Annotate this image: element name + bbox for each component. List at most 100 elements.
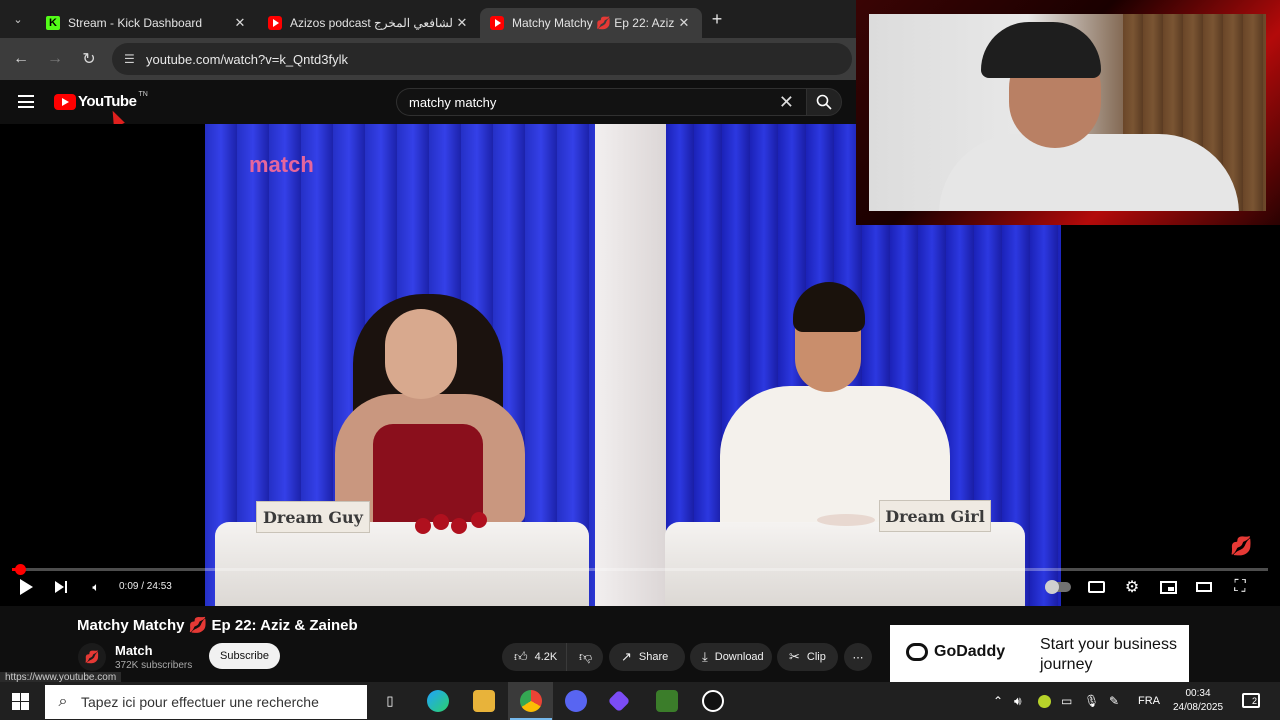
next-icon — [55, 581, 64, 593]
thumbs-down-icon: 👎︎ — [579, 649, 593, 664]
godaddy-logo: GoDaddy — [906, 643, 1005, 661]
like-button[interactable]: 👍︎ 4.2K — [502, 643, 566, 671]
download-button[interactable]: ⤓ Download — [690, 643, 772, 671]
taskbar-search-placeholder: Tapez ici pour effectuer une recherche — [81, 694, 319, 710]
clip-label: Clip — [806, 651, 826, 663]
thumbs-up-icon: 👍︎ — [514, 649, 528, 664]
new-tab-button[interactable]: + — [702, 9, 732, 30]
language-indicator[interactable]: FRA — [1138, 682, 1160, 720]
tab-matchy-matchy[interactable]: Matchy Matchy 💋 Ep 22: Aziz ✕ — [480, 8, 702, 38]
theater-mode-button[interactable] — [1195, 578, 1213, 596]
theater-icon — [1196, 582, 1212, 592]
chrome-icon[interactable] — [510, 690, 552, 720]
taskbar-search-input[interactable]: ⌕ Tapez ici pour effectuer une recherche — [45, 685, 367, 719]
download-icon: ⤓ — [702, 649, 708, 664]
nameplate-dream-guy: Dream Guy — [256, 501, 370, 533]
share-icon: ↗ — [621, 649, 632, 664]
fullscreen-button[interactable]: ⛶ — [1231, 578, 1249, 596]
close-icon[interactable]: ✕ — [454, 15, 470, 31]
channel-avatar[interactable]: 💋 — [78, 643, 106, 671]
youtube-logo[interactable]: YouTube TN — [54, 91, 148, 110]
tab-kick-dashboard[interactable]: K Stream - Kick Dashboard ✕ — [36, 8, 258, 38]
app-diamond-icon[interactable] — [607, 689, 631, 713]
show-hidden-icons-button[interactable]: ⌃ — [993, 682, 1003, 720]
youtube-icon — [490, 16, 504, 30]
volume-tray[interactable]: 🔊︎ — [1014, 682, 1022, 720]
reload-button[interactable]: ↻ — [72, 49, 106, 69]
tab-search-button[interactable]: ⌄ — [0, 0, 36, 38]
subtitles-button[interactable] — [1087, 578, 1105, 596]
address-bar[interactable]: ☰ youtube.com/watch?v=k_Qntd3fylk — [112, 43, 852, 75]
tab-title: Matchy Matchy 💋 Ep 22: Aziz — [512, 16, 675, 30]
clock-time: 00:34 — [1185, 688, 1211, 699]
menu-icon[interactable] — [18, 95, 34, 108]
share-button[interactable]: ↗ Share — [609, 643, 685, 671]
notification-center-icon[interactable]: 2 — [1242, 693, 1260, 708]
godaddy-mark-icon — [906, 643, 928, 661]
navigation-bar: ← → ↻ ☰ youtube.com/watch?v=k_Qntd3fylk — [0, 38, 856, 80]
white-divider — [595, 124, 666, 606]
tray-app[interactable] — [1038, 682, 1051, 720]
search-input[interactable]: matchy matchy ✕ — [396, 88, 806, 116]
obs-icon[interactable] — [702, 690, 724, 712]
channel-name[interactable]: Match — [115, 643, 153, 658]
microphone-icon: 🎙︎ — [1084, 694, 1100, 708]
discord-icon[interactable] — [565, 690, 587, 712]
share-label: Share — [638, 651, 669, 663]
godaddy-ad[interactable]: GoDaddy Start your business journey — [890, 625, 1189, 683]
volume-button[interactable]: 🔈︎ — [88, 578, 104, 596]
download-label: Download — [714, 651, 764, 663]
miniplayer-icon — [1159, 580, 1177, 594]
chevron-up-icon: ⌃ — [993, 694, 1004, 708]
clear-search-icon[interactable]: ✕ — [779, 92, 794, 113]
webcam-overlay — [869, 14, 1266, 211]
system-clock[interactable]: 00:34 24/08/2025 — [1170, 687, 1226, 715]
channel-watermark-icon[interactable]: 💋 — [1230, 536, 1252, 557]
match-logo: match — [249, 152, 314, 177]
kick-icon: K — [46, 16, 60, 30]
settings-button[interactable]: ⚙ — [1123, 578, 1141, 596]
play-button[interactable] — [18, 578, 34, 596]
minecraft-icon[interactable] — [656, 690, 678, 712]
ad-headline: Start your business journey — [1040, 636, 1177, 673]
file-explorer-icon[interactable] — [473, 690, 495, 712]
play-icon — [19, 579, 33, 595]
like-count: 4.2K — [534, 651, 558, 663]
youtube-wordmark: YouTube — [78, 93, 137, 110]
search-query: matchy matchy — [409, 94, 497, 110]
next-button[interactable] — [53, 578, 69, 596]
miniplayer-button[interactable] — [1159, 578, 1177, 596]
dislike-button[interactable]: 👎︎ — [566, 643, 603, 671]
screen: ⌄ K Stream - Kick Dashboard ✕ Azizos pod… — [0, 0, 1280, 720]
windows-start-button[interactable] — [12, 693, 29, 710]
back-button[interactable]: ← — [4, 50, 38, 68]
device-icon: ▭ — [1061, 694, 1073, 708]
time-display: 0:09 / 24:53 — [119, 581, 172, 592]
close-icon[interactable]: ✕ — [232, 15, 248, 31]
search-icon: ⌕ — [58, 693, 68, 710]
close-icon[interactable]: ✕ — [676, 15, 692, 31]
youtube-icon — [268, 16, 282, 30]
region-code: TN — [138, 91, 148, 98]
tab-strip: ⌄ K Stream - Kick Dashboard ✕ Azizos pod… — [0, 0, 856, 38]
pen-tray[interactable]: ✎ — [1109, 682, 1119, 720]
clip-button[interactable]: ✂ Clip — [777, 643, 838, 671]
site-settings-icon[interactable]: ☰ — [124, 52, 146, 66]
autoplay-toggle[interactable] — [1045, 578, 1071, 596]
video-title: Matchy Matchy 💋 Ep 22: Aziz & Zaineb — [77, 617, 358, 634]
progress-bar[interactable] — [12, 564, 1268, 575]
microphone-tray[interactable]: 🎙︎ — [1084, 682, 1099, 720]
nameplate-dream-girl: Dream Girl — [879, 500, 991, 532]
search-button[interactable] — [806, 88, 842, 116]
captions-icon — [1087, 581, 1105, 593]
more-actions-button[interactable]: ⋯ — [844, 643, 872, 671]
tray-app-2[interactable]: ▭ — [1061, 682, 1072, 720]
fullscreen-icon: ⛶ — [1234, 578, 1246, 595]
tab-azizos-podcast[interactable]: Azizos podcast الشافعي المخرج ✕ — [258, 8, 480, 38]
edge-icon[interactable] — [427, 690, 449, 712]
forward-button[interactable]: → — [38, 50, 72, 68]
task-view-icon[interactable]: ▯ — [379, 690, 401, 712]
player-controls: 🔈︎ 0:09 / 24:53 ⚙ ⛶ — [0, 574, 1280, 600]
subscribe-button[interactable]: Subscribe — [209, 643, 280, 669]
status-dot-icon — [1038, 694, 1051, 708]
